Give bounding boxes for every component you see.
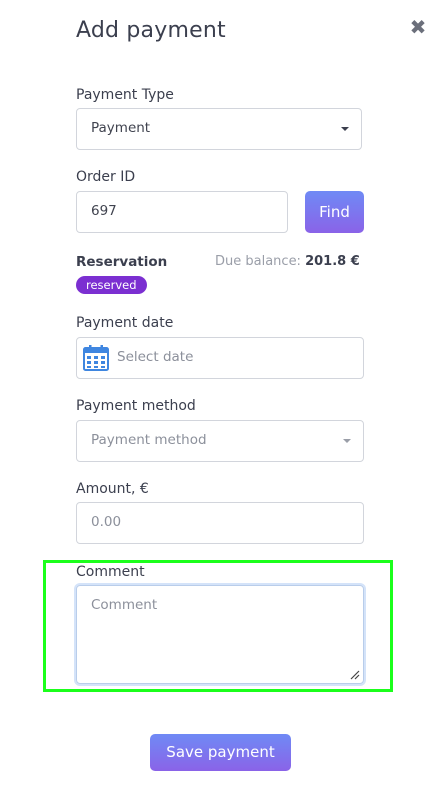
resize-handle-icon[interactable] [350, 670, 360, 680]
status-badge: reserved [76, 276, 147, 294]
amount-label: Amount, € [76, 481, 149, 497]
reservation-label: Reservation [76, 254, 168, 270]
order-id-label: Order ID [76, 169, 136, 185]
due-balance-label: Due balance: [215, 254, 301, 269]
payment-method-label: Payment method [76, 398, 196, 414]
amount-placeholder: 0.00 [91, 514, 122, 530]
comment-textarea[interactable]: Comment [76, 585, 364, 684]
dialog-title: Add payment [76, 18, 226, 43]
payment-date-input[interactable]: Select date [76, 337, 364, 379]
payment-date-label: Payment date [76, 315, 174, 331]
due-balance-value: 201.8 € [305, 254, 360, 269]
payment-type-select[interactable]: Payment [76, 108, 362, 150]
chevron-down-icon [341, 127, 349, 131]
amount-input[interactable]: 0.00 [76, 502, 364, 544]
close-icon[interactable]: ✖ [408, 17, 428, 37]
find-button[interactable]: Find [305, 191, 364, 233]
payment-type-label: Payment Type [76, 87, 174, 103]
order-id-value: 697 [91, 203, 117, 219]
payment-method-placeholder: Payment method [91, 432, 207, 448]
payment-type-value: Payment [91, 120, 151, 136]
chevron-down-icon [343, 439, 351, 443]
payment-method-select[interactable]: Payment method [76, 420, 364, 462]
payment-date-placeholder: Select date [117, 349, 194, 365]
comment-placeholder: Comment [91, 597, 158, 613]
calendar-icon [83, 345, 109, 371]
comment-label: Comment [76, 564, 145, 580]
order-id-input[interactable]: 697 [76, 191, 288, 233]
due-balance: Due balance: 201.8 € [215, 254, 360, 269]
save-payment-button[interactable]: Save payment [150, 734, 291, 771]
